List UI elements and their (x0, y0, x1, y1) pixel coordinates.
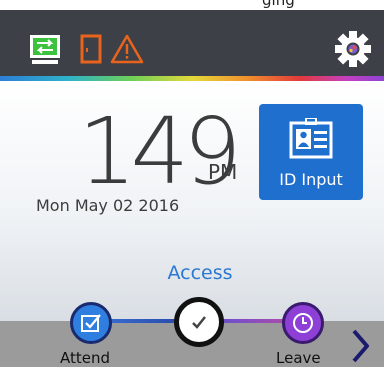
id-card-icon (289, 117, 333, 166)
attend-label: Attend (60, 349, 111, 367)
next-chevron-icon[interactable] (349, 328, 373, 364)
clock-icon (293, 313, 313, 333)
attend-step-button[interactable] (70, 302, 112, 344)
access-step-button[interactable] (174, 297, 224, 347)
clock-date: Mon May 02 2016 (36, 196, 180, 215)
id-input-button[interactable]: ID Input (259, 104, 363, 200)
leave-label: Leave (276, 349, 321, 367)
leave-step-button[interactable] (282, 302, 324, 344)
device-status-icon[interactable] (80, 34, 102, 68)
clipped-text: ging (262, 0, 295, 9)
header-bar (0, 10, 384, 76)
id-input-label: ID Input (279, 170, 343, 189)
clock-time: 149 (78, 98, 242, 205)
warning-icon[interactable] (110, 34, 144, 68)
mode-label: Access (167, 262, 233, 284)
attendance-terminal-screen: ging 149 PM Mon May 02 2016 ID Input Acc… (0, 0, 384, 367)
check-icon (192, 316, 206, 329)
settings-gear-icon[interactable] (334, 30, 372, 68)
clock-period: PM (208, 160, 238, 184)
top-clipped-strip: ging (0, 0, 384, 10)
sync-status-icon[interactable] (28, 34, 62, 70)
checkbox-edit-icon (81, 314, 101, 332)
